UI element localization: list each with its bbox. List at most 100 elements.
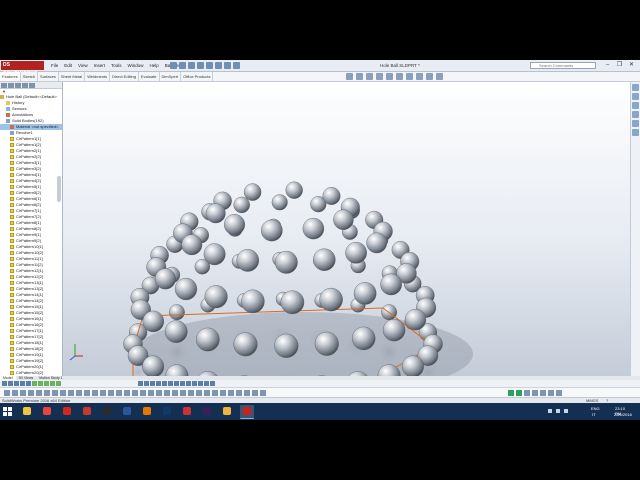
solidworks-icon[interactable] [240, 405, 254, 419]
paint-icon[interactable] [180, 405, 194, 418]
premiere-icon[interactable] [200, 405, 214, 418]
rotate-icon[interactable] [68, 390, 74, 396]
zoom-area-icon[interactable] [356, 73, 363, 80]
appearance-icon[interactable] [416, 73, 423, 80]
ball[interactable] [223, 214, 245, 236]
ball[interactable] [353, 282, 377, 305]
right-view-icon[interactable] [124, 390, 130, 396]
reference-geometry-icon[interactable] [186, 381, 191, 386]
zoom-icon[interactable] [92, 390, 98, 396]
arc-icon[interactable] [20, 381, 25, 386]
fillet-icon[interactable] [162, 381, 167, 386]
pan-icon[interactable] [76, 390, 82, 396]
section-view-icon[interactable] [376, 73, 383, 80]
ball[interactable] [274, 333, 299, 358]
menu-help[interactable]: Help [147, 61, 162, 70]
planes-icon[interactable] [252, 390, 258, 396]
photoshop-icon[interactable] [160, 405, 174, 418]
ball[interactable] [233, 196, 250, 214]
solidworks-resources-icon[interactable] [632, 84, 639, 91]
back-view-icon[interactable] [156, 390, 162, 396]
rectangle-icon[interactable] [8, 381, 13, 386]
select-icon[interactable] [215, 62, 222, 69]
step-icon[interactable] [516, 390, 522, 396]
ball[interactable] [401, 355, 424, 376]
ball[interactable] [345, 241, 367, 264]
ball[interactable] [205, 203, 226, 224]
ball[interactable] [174, 277, 198, 301]
shell-icon[interactable] [174, 381, 179, 386]
custom-properties-icon[interactable] [632, 129, 639, 136]
tab-office-products[interactable]: Office Products [181, 72, 214, 81]
minimize-icon[interactable]: – [603, 61, 612, 69]
configuration-manager-icon[interactable] [15, 83, 21, 88]
ball[interactable] [366, 232, 388, 254]
graphics-area[interactable] [63, 82, 630, 376]
feature-manager-icon[interactable] [1, 83, 7, 88]
front-view-icon[interactable] [108, 390, 114, 396]
record-icon[interactable] [524, 390, 530, 396]
wireframe-icon[interactable] [12, 390, 18, 396]
search-commands-input[interactable] [530, 62, 596, 69]
tab-features[interactable]: Features [0, 72, 21, 81]
input-language[interactable]: ENG [591, 406, 600, 411]
normal-to-icon[interactable] [100, 390, 106, 396]
link-views-icon[interactable] [180, 390, 186, 396]
menu-insert[interactable]: Insert [91, 61, 108, 70]
ball[interactable] [274, 250, 298, 274]
windows-start-icon[interactable] [3, 407, 12, 416]
view-selector-icon[interactable] [188, 390, 194, 396]
blender-icon[interactable] [140, 405, 154, 418]
ball[interactable] [181, 234, 203, 256]
mass-properties-icon[interactable] [210, 381, 215, 386]
axes-icon[interactable] [260, 390, 266, 396]
folder-icon[interactable] [220, 405, 234, 418]
menu-window[interactable]: Window [125, 61, 147, 70]
wps-icon[interactable] [80, 405, 94, 418]
loft-icon[interactable] [156, 381, 161, 386]
mirror-icon[interactable] [50, 381, 55, 386]
hide-show-icon[interactable] [406, 73, 413, 80]
relation-icon[interactable] [38, 381, 43, 386]
ball[interactable] [322, 187, 341, 205]
network-icon[interactable] [556, 409, 560, 413]
clock-date[interactable]: 28/6/2016 [614, 412, 632, 417]
tab-sheet-metal[interactable]: Sheet Metal [59, 72, 86, 81]
left-view-icon[interactable] [172, 390, 178, 396]
tab-surfaces[interactable]: Surfaces [38, 72, 59, 81]
ball[interactable] [260, 219, 283, 242]
ball[interactable] [352, 326, 376, 351]
chamfer-icon[interactable] [168, 381, 173, 386]
ball[interactable] [169, 304, 185, 321]
rebuild-icon[interactable] [224, 62, 231, 69]
save-icon[interactable] [188, 62, 195, 69]
undo-icon[interactable] [206, 62, 213, 69]
ball[interactable] [314, 331, 339, 356]
tray-up-arrow-icon[interactable] [548, 409, 552, 413]
close-icon[interactable]: ✕ [627, 61, 636, 69]
scene-icon[interactable] [426, 73, 433, 80]
ball[interactable] [404, 309, 427, 331]
play-icon[interactable] [508, 390, 514, 396]
print-icon[interactable] [197, 62, 204, 69]
tab-sketch[interactable]: Sketch [21, 72, 39, 81]
measure-icon[interactable] [204, 381, 209, 386]
design-library-icon[interactable] [632, 93, 639, 100]
ambient-occlusion-icon[interactable] [52, 390, 58, 396]
ball[interactable] [319, 287, 343, 312]
sweep-icon[interactable] [150, 381, 155, 386]
ball[interactable] [313, 248, 336, 271]
ball[interactable] [142, 310, 165, 333]
ball[interactable] [236, 249, 259, 272]
trimetric-view-icon[interactable] [140, 390, 146, 396]
ball[interactable] [271, 194, 288, 211]
dimxpert-manager-icon[interactable] [22, 83, 28, 88]
restore-icon[interactable]: ❐ [615, 61, 624, 69]
stop-icon[interactable] [532, 390, 538, 396]
ball[interactable] [203, 243, 226, 266]
tab-direct-editing[interactable]: Direct Editing [110, 72, 139, 81]
menu-tools[interactable]: Tools [108, 61, 125, 70]
ball[interactable] [280, 290, 305, 315]
camera-icon[interactable] [212, 390, 218, 396]
ball[interactable] [164, 320, 188, 343]
